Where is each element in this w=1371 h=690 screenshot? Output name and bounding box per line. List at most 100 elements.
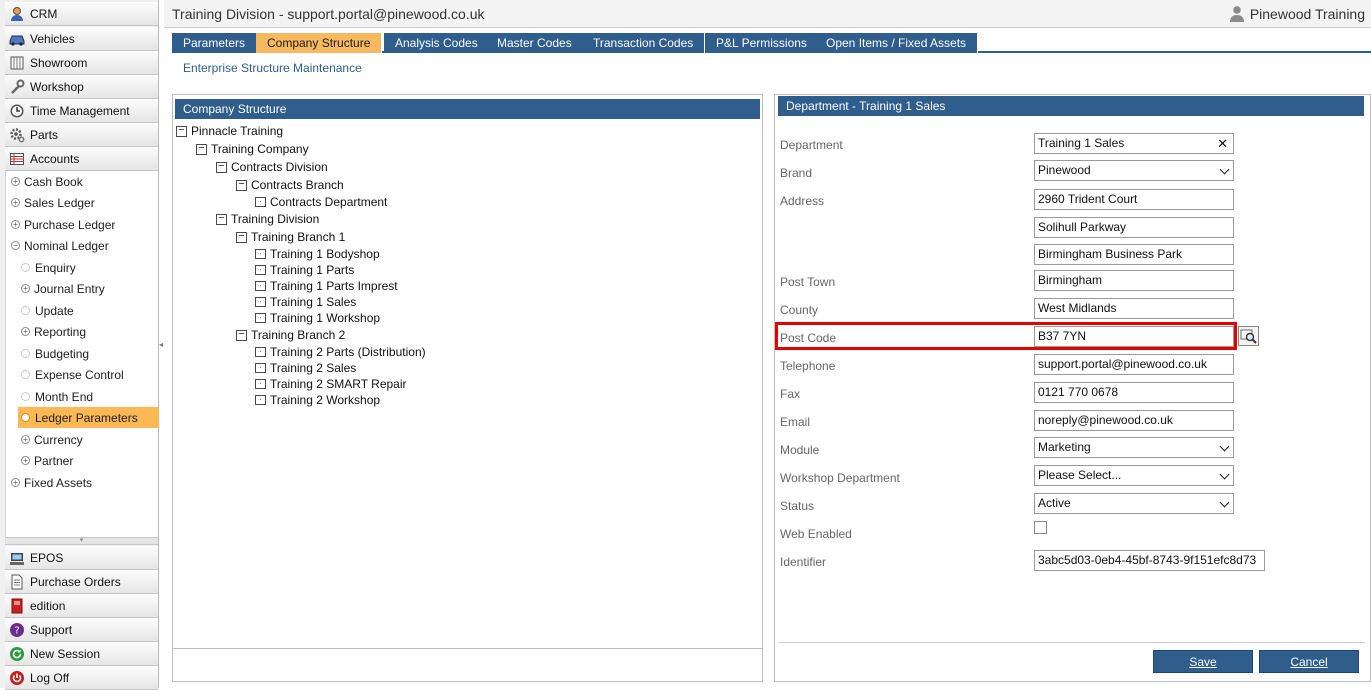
- tab-parameters[interactable]: Parameters: [172, 33, 258, 53]
- accounts-item-cash-book[interactable]: + Cash Book: [6, 171, 159, 192]
- status-select[interactable]: Active: [1034, 493, 1234, 514]
- accounts-item-currency[interactable]: + Currency: [6, 429, 159, 450]
- accounts-item-budgeting[interactable]: Budgeting: [6, 343, 159, 364]
- tree-node-training-company[interactable]: − Training Company: [196, 141, 309, 157]
- tab-open-items-fixed-assets[interactable]: Open Items / Fixed Assets: [815, 33, 979, 53]
- workshop-department-select[interactable]: Please Select...: [1034, 465, 1234, 486]
- accounts-item-expense-control[interactable]: Expense Control: [6, 364, 159, 385]
- sidebar-module-crm[interactable]: CRM: [5, 2, 158, 26]
- sidebar-module-edition[interactable]: edition: [5, 594, 158, 618]
- tree-node-training-branch-1[interactable]: − Training Branch 1: [236, 229, 345, 245]
- postcode-lookup-button[interactable]: [1238, 326, 1259, 346]
- sidebar-module-epos[interactable]: EPOS: [5, 546, 158, 570]
- accounts-item-nominal-ledger[interactable]: − Nominal Ledger: [6, 235, 159, 256]
- collapse-icon[interactable]: −: [216, 161, 227, 173]
- department-input[interactable]: Training 1 Sales ✕: [1034, 133, 1234, 154]
- leaf-node-icon: ·: [255, 249, 266, 259]
- tree-node-training-1-bodyshop[interactable]: · Training 1 Bodyshop: [255, 246, 380, 262]
- sidebar-module-vehicles[interactable]: Vehicles: [5, 27, 158, 51]
- accounts-item-reporting[interactable]: + Reporting: [6, 321, 159, 342]
- expand-icon[interactable]: +: [11, 478, 20, 487]
- expand-icon[interactable]: +: [11, 220, 20, 229]
- expand-icon[interactable]: +: [21, 284, 30, 293]
- tree-node-training-1-workshop[interactable]: · Training 1 Workshop: [255, 310, 380, 326]
- accounts-item-ledger-parameters[interactable]: Ledger Parameters: [18, 407, 159, 428]
- bullet-icon: [21, 349, 30, 358]
- expand-icon[interactable]: +: [11, 177, 20, 186]
- accounts-item-label: Currency: [34, 432, 83, 447]
- collapse-icon[interactable]: −: [216, 213, 227, 225]
- web-enabled-checkbox[interactable]: [1034, 521, 1047, 534]
- sidebar-module-time-management[interactable]: Time Management: [5, 99, 158, 123]
- sidebar-module-accounts[interactable]: Accounts: [5, 147, 158, 171]
- accounts-item-update[interactable]: Update: [6, 300, 159, 321]
- address-line2-input[interactable]: Solihull Parkway: [1034, 217, 1234, 238]
- company-structure-heading: Company Structure: [175, 99, 760, 119]
- accounts-item-label: Budgeting: [35, 346, 90, 361]
- user-menu[interactable]: Pinewood Training: [1229, 5, 1365, 22]
- tree-node-contracts-division[interactable]: − Contracts Division: [216, 159, 328, 175]
- save-button[interactable]: Save: [1153, 650, 1253, 673]
- sidebar-module-parts[interactable]: Parts: [5, 123, 158, 147]
- county-input[interactable]: West Midlands: [1034, 298, 1234, 319]
- tree-node-training-1-parts[interactable]: · Training 1 Parts: [255, 262, 354, 278]
- user-name: Pinewood Training: [1249, 5, 1365, 22]
- expand-icon[interactable]: +: [21, 327, 30, 336]
- accounts-item-fixed-assets[interactable]: + Fixed Assets: [6, 472, 159, 493]
- workshop-department-label: Workshop Department: [780, 471, 900, 485]
- accounts-item-enquiry[interactable]: Enquiry: [6, 257, 159, 278]
- tree-node-training-2-parts-distribution[interactable]: · Training 2 Parts (Distribution): [255, 344, 426, 360]
- tree-node-training-branch-2[interactable]: − Training Branch 2: [236, 327, 345, 343]
- department-heading: Department - Training 1 Sales: [778, 96, 1364, 116]
- address-line1-input[interactable]: 2960 Trident Court: [1034, 189, 1234, 210]
- collapse-icon[interactable]: −: [176, 125, 187, 137]
- sidebar-module-workshop[interactable]: Workshop: [5, 75, 158, 99]
- tab-transaction-codes[interactable]: Transaction Codes: [582, 33, 706, 53]
- tree-node-training-2-workshop[interactable]: · Training 2 Workshop: [255, 392, 380, 408]
- tab-analysis-codes[interactable]: Analysis Codes: [384, 33, 490, 53]
- clear-icon[interactable]: ✕: [1217, 134, 1228, 153]
- brand-select[interactable]: Pinewood: [1034, 160, 1234, 181]
- identifier-input[interactable]: 3abc5d03-0eb4-45bf-8743-9f151efc8d73: [1034, 550, 1265, 571]
- accounts-item-label: Month End: [35, 389, 94, 404]
- tree-node-training-1-parts-imprest[interactable]: · Training 1 Parts Imprest: [255, 278, 398, 294]
- sidebar-module-showroom[interactable]: Showroom: [5, 51, 158, 75]
- tab-company-structure[interactable]: Company Structure: [256, 33, 383, 53]
- tree-node-pinnacle-training[interactable]: − Pinnacle Training: [176, 123, 283, 139]
- tree-node-contracts-department[interactable]: · Contracts Department: [255, 194, 387, 210]
- email-input[interactable]: noreply@pinewood.co.uk: [1034, 410, 1234, 431]
- module-select[interactable]: Marketing: [1034, 437, 1234, 458]
- tree-node-training-2-smart-repair[interactable]: · Training 2 SMART Repair: [255, 376, 407, 392]
- collapse-icon[interactable]: −: [11, 241, 20, 250]
- accounts-item-purchase-ledger[interactable]: + Purchase Ledger: [6, 214, 159, 235]
- accounts-item-month-end[interactable]: Month End: [6, 386, 159, 407]
- sidebar-module-purchase-orders[interactable]: Purchase Orders: [5, 570, 158, 594]
- post-town-input[interactable]: Birmingham: [1034, 270, 1234, 291]
- accounts-item-journal-entry[interactable]: + Journal Entry: [6, 278, 159, 299]
- sidebar-module-support[interactable]: ? Support: [5, 618, 158, 642]
- sidebar-module-new-session[interactable]: New Session: [5, 642, 158, 666]
- collapse-icon[interactable]: −: [236, 329, 247, 341]
- expand-icon[interactable]: +: [21, 435, 30, 444]
- fax-input[interactable]: 0121 770 0678: [1034, 382, 1234, 403]
- tab-master-codes[interactable]: Master Codes: [486, 33, 584, 53]
- cancel-button[interactable]: Cancel: [1259, 650, 1359, 673]
- tree-node-contracts-branch[interactable]: − Contracts Branch: [236, 177, 344, 193]
- accounts-item-label: Journal Entry: [34, 281, 105, 296]
- expand-icon[interactable]: +: [21, 456, 30, 465]
- collapse-icon[interactable]: −: [196, 143, 207, 155]
- sidebar-module-log-off[interactable]: Log Off: [5, 666, 158, 690]
- tab-pl-permissions[interactable]: P&L Permissions: [705, 33, 819, 53]
- accounts-item-sales-ledger[interactable]: + Sales Ledger: [6, 192, 159, 213]
- collapse-icon[interactable]: −: [236, 231, 247, 243]
- accounts-item-partner[interactable]: + Partner: [6, 450, 159, 471]
- telephone-input[interactable]: support.portal@pinewood.co.uk: [1034, 354, 1234, 375]
- expand-icon[interactable]: +: [11, 198, 20, 207]
- address-line3-input[interactable]: Birmingham Business Park: [1034, 244, 1234, 265]
- collapse-sidebar-icon[interactable]: ◂: [159, 338, 164, 352]
- sidebar-splitter[interactable]: ▾: [5, 537, 158, 545]
- collapse-icon[interactable]: −: [236, 179, 247, 191]
- tree-node-training-division[interactable]: − Training Division: [216, 211, 319, 227]
- tree-node-training-2-sales[interactable]: · Training 2 Sales: [255, 360, 356, 376]
- tree-node-training-1-sales[interactable]: · Training 1 Sales: [255, 294, 356, 310]
